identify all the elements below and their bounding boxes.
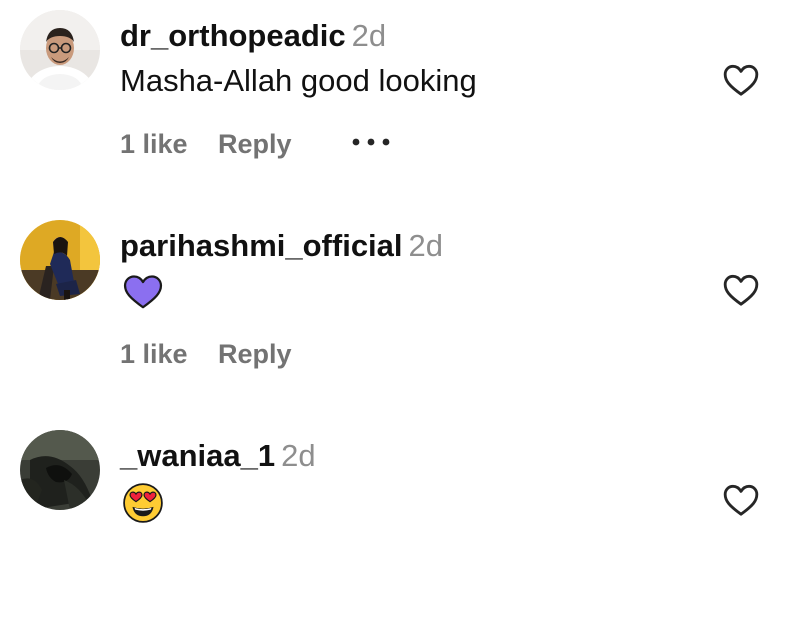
timestamp: 2d xyxy=(408,228,444,263)
comment-item: dr_orthopeadic 2d Masha-Allah good lookin… xyxy=(0,0,802,200)
username-link[interactable]: _waniaa_1 xyxy=(120,438,275,473)
timestamp: 2d xyxy=(351,18,387,53)
like-button[interactable] xyxy=(720,480,762,520)
purple-heart-emoji xyxy=(122,272,164,315)
like-count[interactable]: 1 like xyxy=(120,128,188,160)
user-avatar-image xyxy=(20,220,100,300)
avatar[interactable] xyxy=(20,430,100,510)
avatar[interactable] xyxy=(20,220,100,300)
like-count[interactable]: 1 like xyxy=(120,338,188,370)
purple-heart-icon xyxy=(123,275,163,309)
user-avatar-image xyxy=(20,430,100,510)
comment-item: _waniaa_1 2d xyxy=(0,420,802,620)
heart-outline-icon xyxy=(723,484,759,516)
timestamp: 2d xyxy=(281,438,316,473)
ellipsis-icon xyxy=(352,138,390,146)
avatar[interactable] xyxy=(20,10,100,90)
heart-eyes-icon xyxy=(123,483,163,523)
more-options-button[interactable] xyxy=(350,128,394,160)
username-link[interactable]: parihashmi_official xyxy=(120,228,403,263)
comment-text: Masha-Allah good looking xyxy=(120,63,477,98)
heart-eyes-emoji xyxy=(122,482,164,529)
comment-header: _waniaa_1 2d xyxy=(120,438,316,474)
reply-button[interactable]: Reply xyxy=(218,338,292,370)
reply-button[interactable]: Reply xyxy=(218,128,292,160)
comment-header: dr_orthopeadic 2d xyxy=(120,18,386,54)
heart-outline-icon xyxy=(723,274,759,306)
comment-header: parihashmi_official 2d xyxy=(120,228,443,264)
user-avatar-image xyxy=(20,10,100,90)
comment-item: parihashmi_official 2d 1 like Reply xyxy=(0,210,802,410)
like-button[interactable] xyxy=(720,270,762,310)
like-button[interactable] xyxy=(720,60,762,100)
username-link[interactable]: dr_orthopeadic xyxy=(120,18,346,53)
heart-outline-icon xyxy=(723,64,759,96)
